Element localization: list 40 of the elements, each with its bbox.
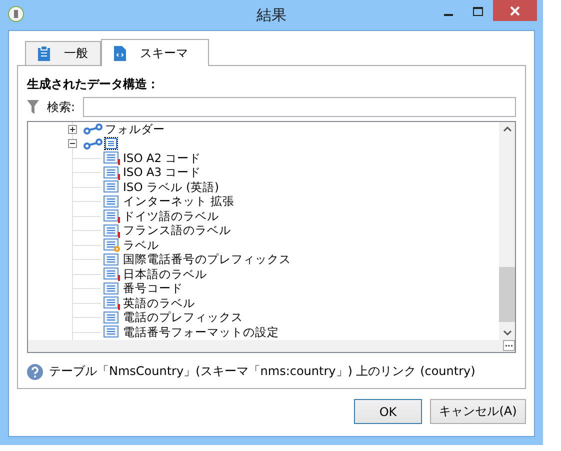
tree-item[interactable]: 国際電話番号のプレフィックス (123, 252, 291, 268)
minimize-icon (444, 14, 452, 16)
scrollbar-thumb[interactable] (499, 267, 515, 322)
help-icon (27, 364, 43, 380)
tree-item[interactable]: ISO A3 コード (123, 165, 202, 180)
status-text: テーブル「NmsCountry」(スキーマ「nms:country」) 上のリンク (country) (49, 363, 476, 380)
code-file-icon (114, 46, 126, 60)
tree-item[interactable]: 英語のラベル (123, 296, 195, 311)
tree-item[interactable]: 番号コード (123, 281, 183, 296)
close-button[interactable] (493, 0, 537, 21)
ok-button[interactable]: OK (354, 399, 422, 424)
tree-item[interactable]: 電話のプレフィックス (123, 310, 243, 326)
tree-item[interactable]: インターネット 拡張 (123, 194, 235, 210)
plus-icon[interactable] (69, 126, 76, 133)
scroll-down-icon (502, 330, 512, 336)
filter-icon (27, 100, 39, 114)
tree-item[interactable]: 電話番号フォーマットの設定 (123, 324, 279, 340)
cancel-button[interactable]: キャンセル(A) (430, 399, 526, 424)
section-title: 生成されたデータ構造： (27, 76, 160, 93)
tree-item[interactable]: 日本語のラベル (123, 266, 207, 282)
selected-node-icon[interactable] (105, 138, 117, 150)
tree-item[interactable]: ドイツ語のラベル (123, 208, 219, 224)
search-label: 検索: (47, 98, 76, 116)
link-icon (83, 138, 103, 150)
tree-item[interactable]: フォルダー (105, 122, 165, 137)
tree-item[interactable]: ラベル (123, 238, 159, 253)
clipboard-icon (38, 46, 50, 61)
scroll-up-icon (502, 126, 512, 132)
app-icon (8, 6, 24, 22)
tree-item[interactable]: ISO A2 コード (123, 150, 202, 166)
link-icon (83, 123, 103, 136)
tree-item[interactable]: フランス語のラベル (123, 223, 231, 238)
close-icon (510, 6, 520, 16)
tree-item[interactable]: ISO ラベル (英語) (123, 180, 220, 195)
more-icon (503, 340, 515, 351)
maximize-icon (473, 6, 483, 16)
window-title: 結果 (256, 6, 286, 25)
search-field[interactable] (83, 97, 516, 117)
tab[interactable]: 一般 (25, 41, 101, 65)
tab[interactable]: スキーマ (101, 39, 209, 66)
